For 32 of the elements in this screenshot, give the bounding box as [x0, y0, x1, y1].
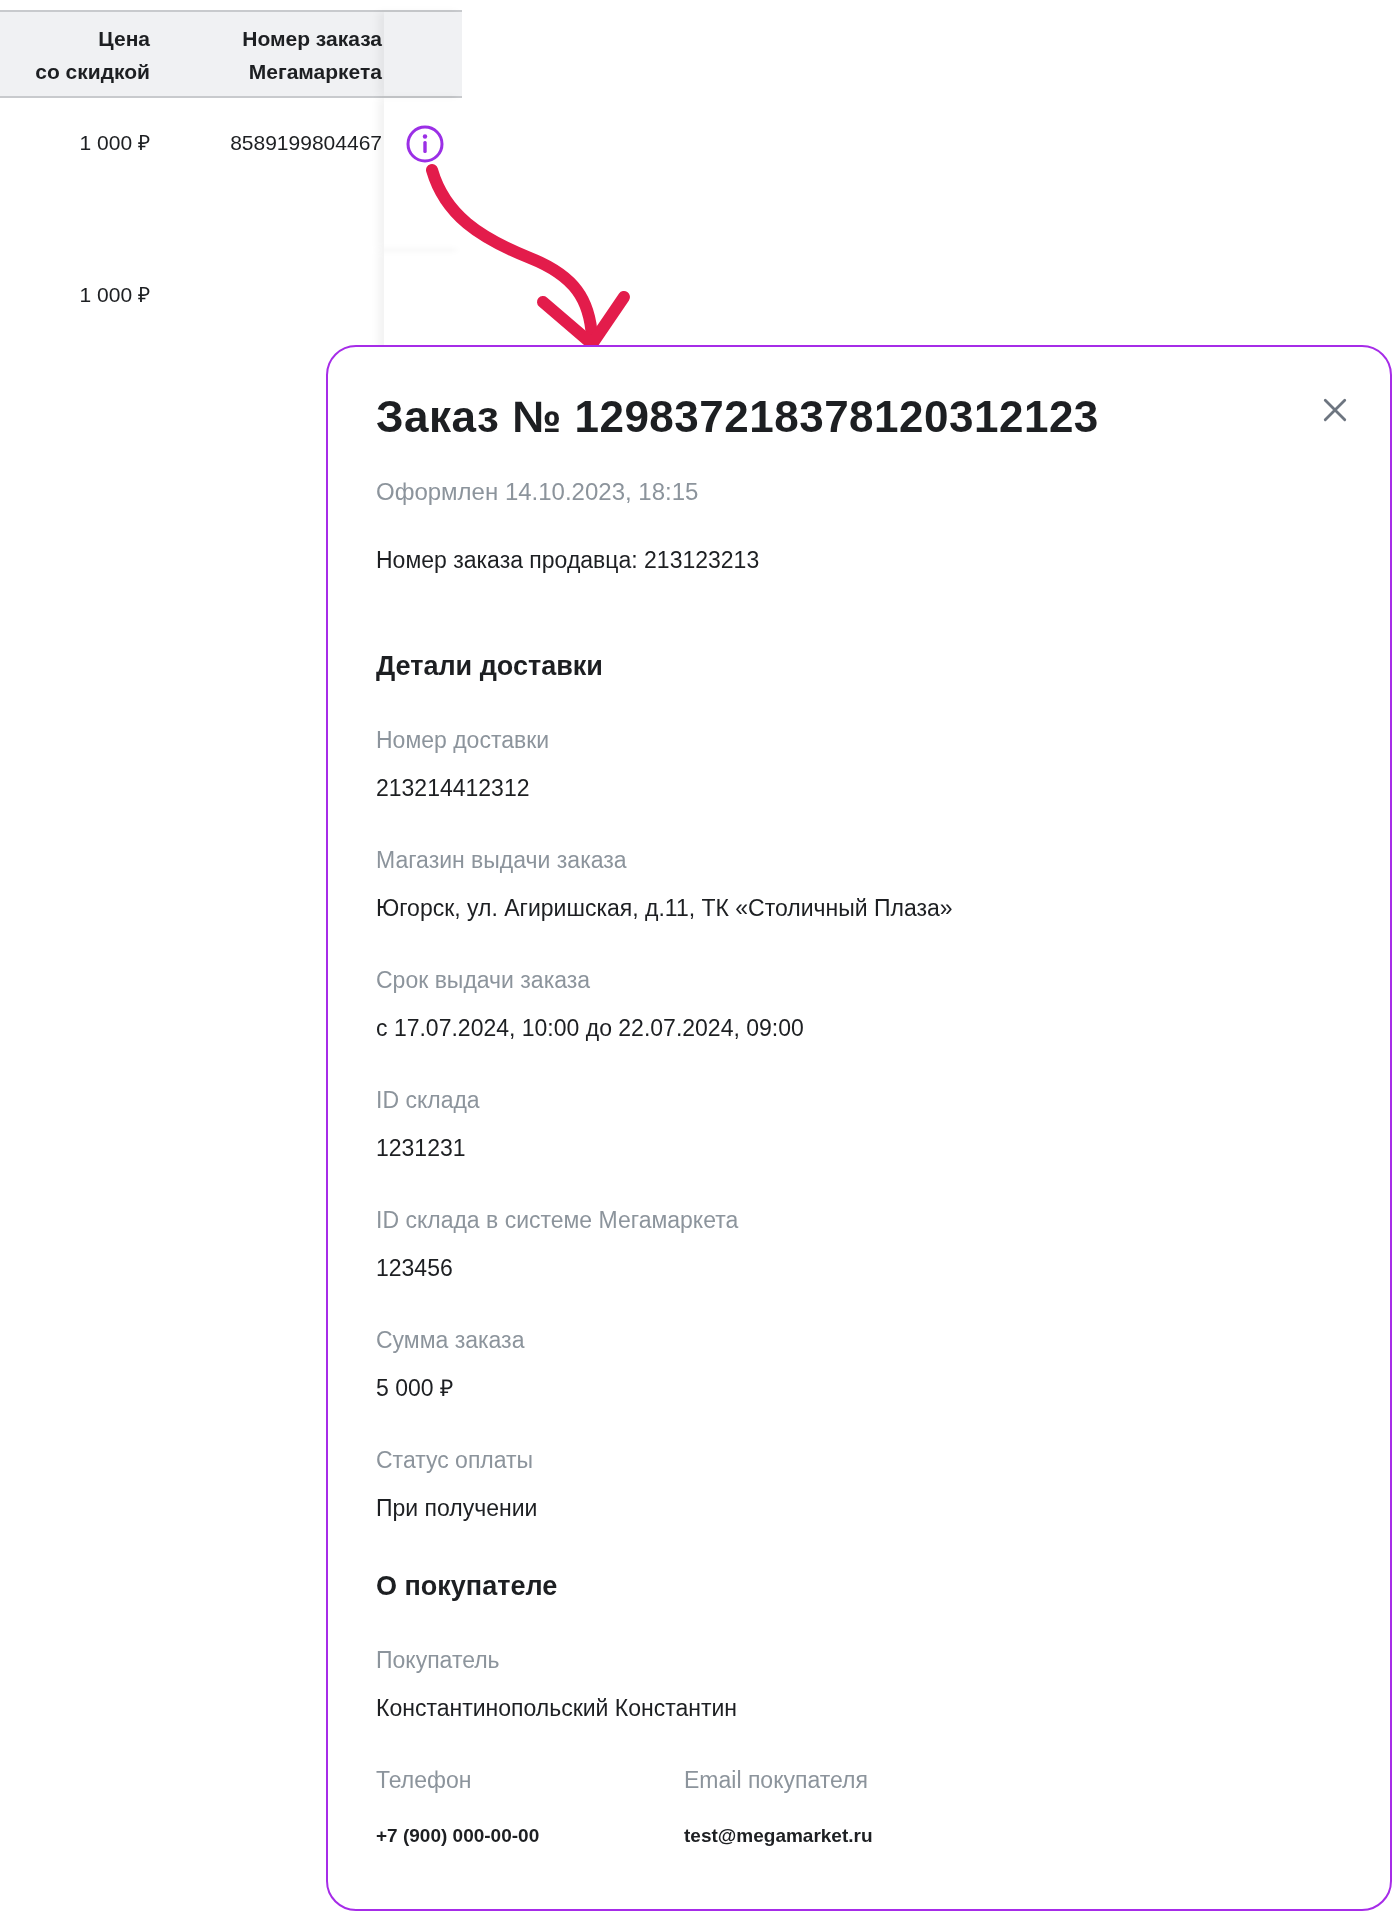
field-value: 1231231 — [376, 1134, 467, 1163]
section-heading: О покупателе — [376, 1570, 559, 1603]
popover-title: Заказ № 129837218378120312123 — [376, 391, 1099, 443]
section-heading: Детали доставки — [376, 650, 604, 683]
column-header: Номер заказа Мегамаркета — [241, 26, 383, 85]
close-icon[interactable] — [1322, 397, 1348, 423]
field-label: Покупатель — [376, 1646, 501, 1675]
field-label: Email покупателя — [684, 1766, 869, 1795]
field-value: Константинопольский Константин — [376, 1694, 739, 1723]
field-label: Магазин выдачи заказа — [376, 846, 628, 875]
column-header: Цена со скидкой — [34, 26, 151, 85]
info-icon[interactable] — [405, 124, 445, 164]
field-value: При получении — [376, 1494, 539, 1523]
field-label: Срок выдачи заказа — [376, 966, 592, 995]
field-label: Номер доставки — [376, 726, 551, 755]
table-cell: 1 000 ₽ — [79, 283, 150, 306]
seller-order-number: Номер заказа продавца: 213123213 — [376, 546, 761, 575]
table-cell: 1 000 ₽ — [79, 131, 150, 154]
field-value: Югорск, ул. Агиришская, д.11, ТК «Столичный Плаза» — [376, 894, 954, 923]
field-label: Сумма заказа — [376, 1326, 526, 1355]
field-label: ID склада в системе Мегамаркета — [376, 1206, 740, 1235]
table-cell: 8589199804467 — [230, 131, 382, 154]
field-value: 5 000 ₽ — [376, 1374, 454, 1403]
field-value: test@megamarket.ru — [684, 1824, 874, 1848]
field-label: Телефон — [376, 1766, 473, 1795]
field-value: с 17.07.2024, 10:00 до 22.07.2024, 09:00 — [376, 1014, 805, 1043]
field-value: +7 (900) 000-00-00 — [376, 1824, 541, 1848]
field-label: ID склада — [376, 1086, 481, 1115]
order-date: Оформлен 14.10.2023, 18:15 — [376, 477, 700, 507]
field-label: Статус оплаты — [376, 1446, 535, 1475]
field-value: 213214412312 — [376, 774, 531, 803]
field-value: 123456 — [376, 1254, 454, 1283]
